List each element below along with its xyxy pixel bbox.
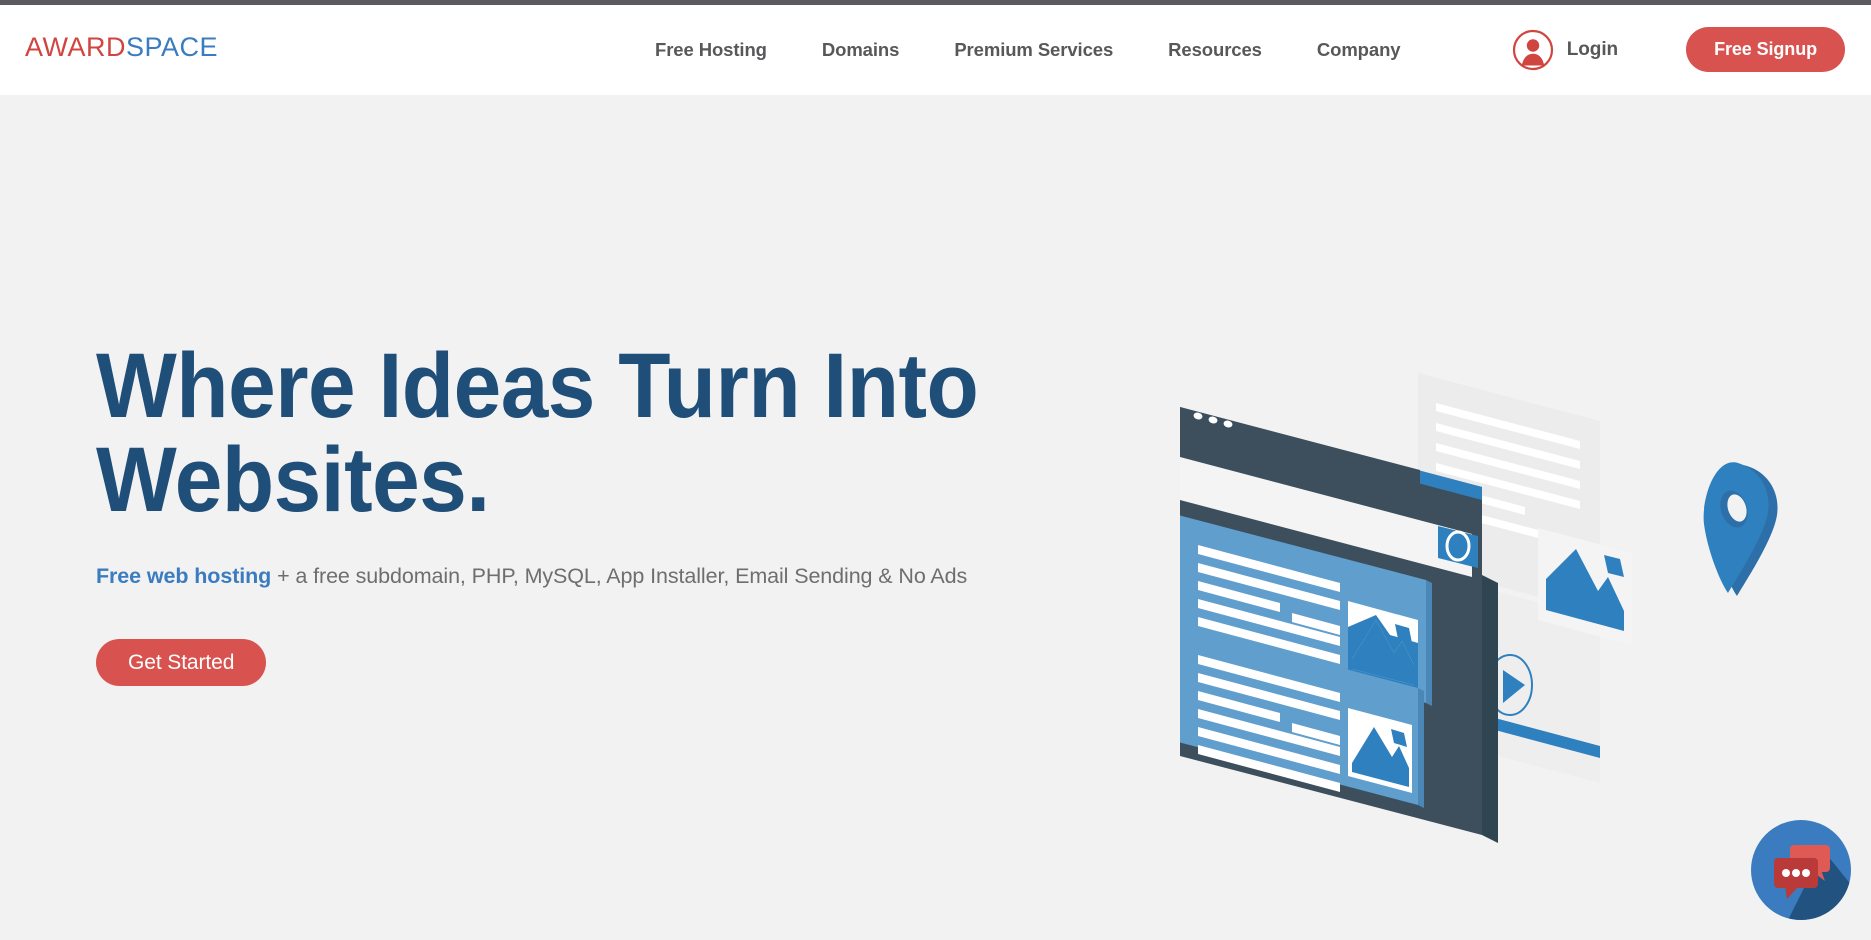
site-header: AWARDSPACE Free Hosting Domains Premium … [0, 5, 1871, 95]
free-signup-button[interactable]: Free Signup [1686, 27, 1845, 72]
hero-subline: Free web hosting + a free subdomain, PHP… [96, 564, 1126, 589]
hero-text-block: Where Ideas Turn Into Websites. Free web… [96, 335, 1126, 686]
map-pin-icon [1703, 462, 1778, 596]
hero-illustration [1180, 363, 1840, 863]
nav-item-premium-services[interactable]: Premium Services [954, 39, 1113, 61]
get-started-button[interactable]: Get Started [96, 638, 267, 686]
site-logo[interactable]: AWARDSPACE [25, 32, 218, 63]
main-navigation: Free Hosting Domains Premium Services Re… [655, 5, 1401, 95]
login-label: Login [1566, 39, 1618, 60]
login-link[interactable]: Login [1512, 5, 1618, 95]
nav-item-resources[interactable]: Resources [1168, 39, 1262, 61]
user-avatar-icon [1512, 29, 1554, 71]
live-chat-button[interactable] [1745, 814, 1857, 926]
hero-section: Where Ideas Turn Into Websites. Free web… [0, 95, 1871, 940]
nav-item-domains[interactable]: Domains [822, 39, 900, 61]
hero-subline-rest: + a free subdomain, PHP, MySQL, App Inst… [271, 563, 968, 588]
nav-item-free-hosting[interactable]: Free Hosting [655, 39, 767, 61]
logo-text-space: SPACE [126, 32, 219, 62]
hero-subline-highlight[interactable]: Free web hosting [96, 564, 271, 588]
nav-item-company[interactable]: Company [1317, 39, 1401, 61]
logo-text-award: AWARD [25, 32, 126, 62]
hero-headline: Where Ideas Turn Into Websites. [96, 335, 979, 531]
chat-dot [1802, 869, 1810, 877]
chat-dot [1792, 869, 1800, 877]
chat-dot [1782, 869, 1790, 877]
